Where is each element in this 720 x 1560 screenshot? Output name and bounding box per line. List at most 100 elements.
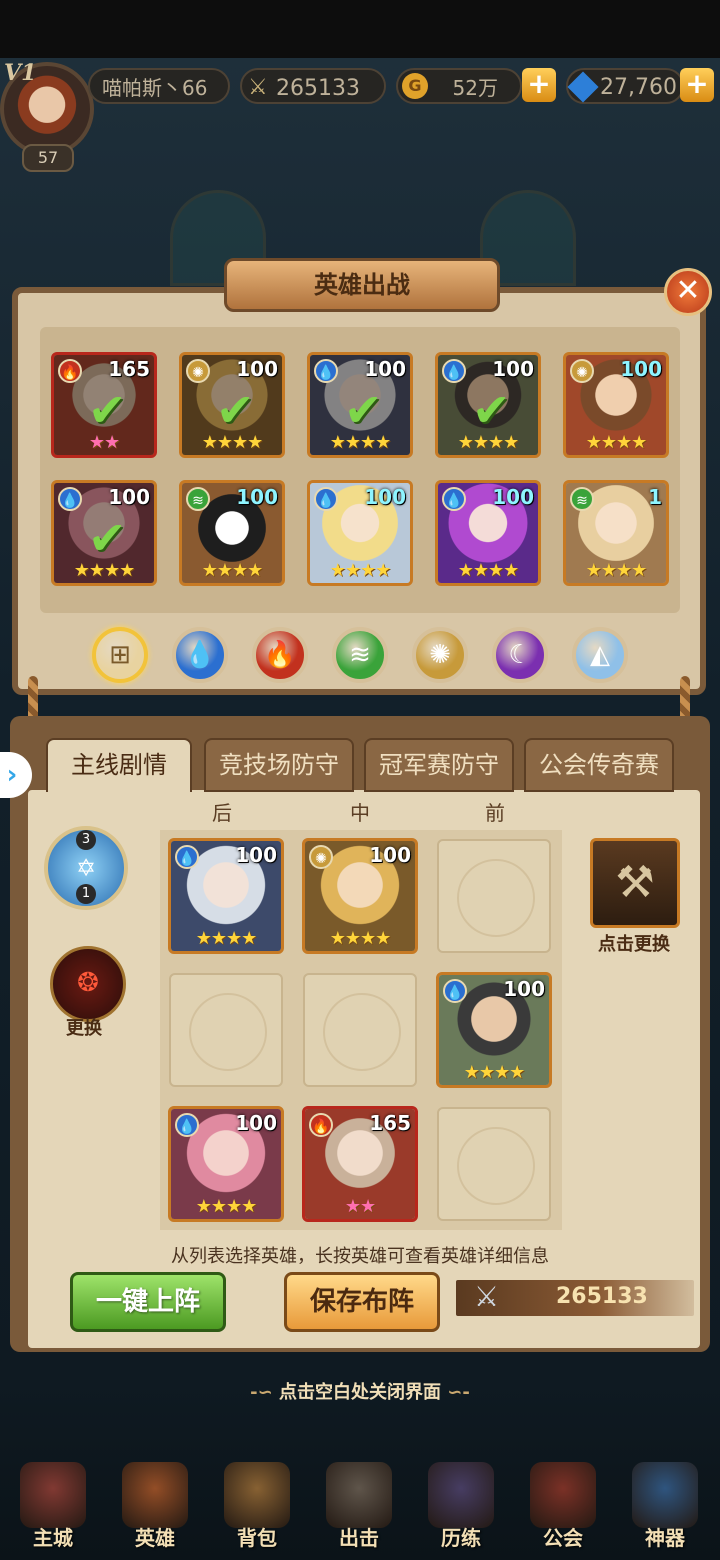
hero-level: 165 — [369, 1111, 411, 1135]
trials-icon — [428, 1462, 494, 1528]
close-hint-ornament-right: ∽- — [447, 1382, 470, 1403]
hero-star-rating: ★★★★ — [585, 432, 648, 453]
roster-hero-card[interactable]: ✺ 100 ★★★★ ✔ — [179, 352, 285, 458]
filter-light-icon[interactable]: ✺ — [412, 627, 468, 683]
light-element-icon: ✺ — [309, 845, 333, 869]
nav-heroes[interactable]: 英雄 — [110, 1448, 200, 1560]
lineup-hero-card[interactable]: 💧 100 ★★★★ — [168, 1106, 284, 1222]
nav-sortie[interactable]: 出击 — [314, 1448, 404, 1560]
hero-level: 100 — [364, 485, 406, 509]
formation-bottom-number: 1 — [76, 884, 96, 904]
selected-check-icon: ✔ — [88, 383, 127, 437]
artifacts-icon — [632, 1462, 698, 1528]
roster-hero-card[interactable]: ≋ 100 ★★★★ — [179, 480, 285, 586]
lineup-hero-card[interactable]: ✺ 100 ★★★★ — [302, 838, 418, 954]
combat-power-value: 265133 — [276, 76, 360, 101]
close-button[interactable]: ✕ — [664, 268, 712, 316]
gold-pill: G 52万 — [396, 68, 522, 104]
hero-level: 100 — [236, 357, 278, 381]
roster-hero-card[interactable]: 💧 100 ★★★★ ✔ — [51, 480, 157, 586]
nav-label: 公会 — [543, 1526, 583, 1550]
gem-icon — [567, 71, 599, 103]
nav-label: 神器 — [645, 1526, 685, 1550]
roster-hero-card[interactable]: 🔥 165 ★★ ✔ — [51, 352, 157, 458]
gem-pill: 27,760 — [566, 68, 684, 104]
nav-artifacts[interactable]: 神器 — [620, 1448, 710, 1560]
add-gem-button[interactable]: + — [680, 68, 714, 102]
sortie-icon — [326, 1462, 392, 1528]
filter-special-icon[interactable]: ◭ — [572, 627, 628, 683]
water-element-icon: 💧 — [443, 979, 467, 1003]
tab-main-story[interactable]: 主线剧情 — [46, 738, 192, 792]
selected-check-icon: ✔ — [88, 511, 127, 565]
filter-all-icon[interactable]: ⊞ — [92, 627, 148, 683]
guild-icon — [530, 1462, 596, 1528]
close-hint-ornament-left: -∽ — [250, 1382, 273, 1403]
filter-fire-icon[interactable]: 🔥 — [252, 627, 308, 683]
formation-top-number: 3 — [76, 830, 96, 850]
wind-element-icon: ≋ — [570, 487, 594, 511]
filter-dark-icon[interactable]: ☾ — [492, 627, 548, 683]
column-label-middle: 中 — [350, 801, 370, 825]
team-power-value: 265133 — [556, 1284, 648, 1309]
empty-lineup-slot[interactable] — [303, 973, 417, 1087]
close-hint-label: 点击空白处关闭界面 — [279, 1382, 441, 1403]
tab-championship-defense[interactable]: 冠军赛防守 — [364, 738, 514, 792]
roster-hero-card[interactable]: ≋ 1 ★★★★ — [563, 480, 669, 586]
close-hint-text[interactable]: -∽ 点击空白处关闭界面 ∽- — [0, 1378, 720, 1404]
roster-hero-card[interactable]: 💧 100 ★★★★ ✔ — [435, 352, 541, 458]
light-element-icon: ✺ — [570, 359, 594, 383]
nav-backpack[interactable]: 背包 — [212, 1448, 302, 1560]
light-element-icon: ✺ — [186, 359, 210, 383]
nav-label: 出击 — [339, 1526, 379, 1550]
add-gold-button[interactable]: + — [522, 68, 556, 102]
roster-hero-card[interactable]: 💧 100 ★★★★ — [435, 480, 541, 586]
hero-level: 100 — [503, 977, 545, 1001]
fire-element-icon: 🔥 — [58, 359, 82, 383]
selected-check-icon: ✔ — [344, 383, 383, 437]
tab-guild-legend[interactable]: 公会传奇赛 — [524, 738, 674, 792]
hero-level: 100 — [364, 357, 406, 381]
hero-star-rating: ★★★★ — [195, 928, 258, 949]
tab-arena-defense[interactable]: 竞技场防守 — [204, 738, 354, 792]
column-label-front: 前 — [485, 801, 505, 825]
hero-star-rating: ★★★★ — [329, 560, 392, 581]
nav-guild[interactable]: 公会 — [518, 1448, 608, 1560]
lineup-hero-card[interactable]: 🔥 165 ★★ — [302, 1106, 418, 1222]
roster-hero-card[interactable]: 💧 100 ★★★★ ✔ — [307, 352, 413, 458]
artifact-mace-icon[interactable]: ⚒ — [590, 838, 680, 928]
hero-star-rating: ★★★★ — [585, 560, 648, 581]
nav-trials[interactable]: 历练 — [416, 1448, 506, 1560]
roster-hero-card[interactable]: 💧 100 ★★★★ — [307, 480, 413, 586]
hero-level: 100 — [369, 843, 411, 867]
hero-level: 100 — [235, 843, 277, 867]
column-label-back: 后 — [212, 801, 232, 825]
save-lineup-button[interactable]: 保存布阵 — [284, 1272, 440, 1332]
empty-lineup-slot[interactable] — [169, 973, 283, 1087]
empty-lineup-slot[interactable] — [437, 1107, 551, 1221]
filter-water-icon[interactable]: 💧 — [172, 627, 228, 683]
formation-swap-icon[interactable]: ❂ — [50, 946, 126, 1022]
hero-star-rating: ★★★★ — [201, 560, 264, 581]
selected-check-icon: ✔ — [472, 383, 511, 437]
auto-deploy-button[interactable]: 一键上阵 — [70, 1272, 226, 1332]
lineup-hero-card[interactable]: 💧 100 ★★★★ — [168, 838, 284, 954]
empty-lineup-slot[interactable] — [437, 839, 551, 953]
hero-level: 100 — [108, 485, 150, 509]
nav-label: 背包 — [237, 1526, 277, 1550]
lineup-hero-card[interactable]: 💧 100 ★★★★ — [436, 972, 552, 1088]
vip-label: V1 — [4, 60, 37, 86]
filter-wind-icon[interactable]: ≋ — [332, 627, 388, 683]
water-element-icon: 💧 — [58, 487, 82, 511]
hero-star-rating: ★★★★ — [463, 1062, 526, 1083]
hero-level: 100 — [236, 485, 278, 509]
formation-swap-label[interactable]: 更换 — [66, 1014, 102, 1040]
roster-hero-card[interactable]: ✺ 100 ★★★★ — [563, 352, 669, 458]
gold-value: 52万 — [452, 76, 498, 100]
artifact-change-label[interactable]: 点击更换 — [598, 930, 670, 956]
nav-main-city[interactable]: 主城 — [8, 1448, 98, 1560]
hero-star-rating: ★★★★ — [457, 560, 520, 581]
water-element-icon: 💧 — [175, 1113, 199, 1137]
hero-level: 1 — [648, 485, 662, 509]
hero-level: 100 — [235, 1111, 277, 1135]
